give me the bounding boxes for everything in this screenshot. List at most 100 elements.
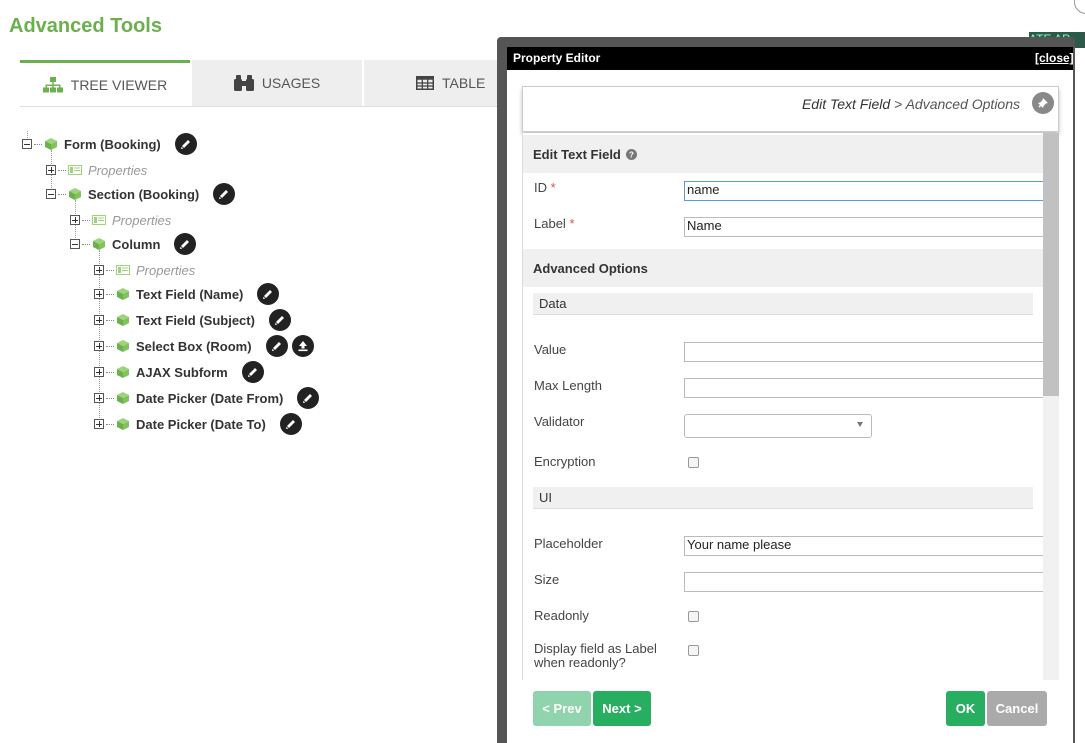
max-length-label: Max Length <box>534 378 602 393</box>
encryption-checkbox[interactable] <box>688 457 699 468</box>
pencil-icon[interactable] <box>174 233 197 255</box>
tree-node-column[interactable]: Column <box>70 233 197 255</box>
encryption-label: Encryption <box>534 454 596 469</box>
cube-icon <box>116 339 130 353</box>
pin-icon[interactable] <box>1032 92 1054 114</box>
property-editor-title: Property Editor <box>513 51 601 65</box>
tab-underline <box>20 106 500 107</box>
expand-icon[interactable] <box>94 367 104 377</box>
pencil-icon[interactable] <box>257 283 280 305</box>
size-label: Size <box>534 572 560 587</box>
display-as-label-label: Display field as Label when readonly? <box>534 642 657 670</box>
value-field[interactable] <box>684 342 1044 362</box>
ok-button[interactable]: OK <box>946 691 985 726</box>
pencil-icon[interactable] <box>265 335 288 357</box>
tree-node-select-box-room[interactable]: Select Box (Room) <box>94 335 314 357</box>
max-length-field[interactable] <box>684 378 1044 398</box>
tree-node-label: Properties <box>136 262 196 278</box>
display-as-label-line2: when readonly? <box>534 655 626 670</box>
group-title: UI <box>539 490 552 505</box>
properties-icon <box>68 163 82 177</box>
section-title: Edit Text Field <box>533 146 621 162</box>
upload-icon[interactable] <box>291 335 314 357</box>
next-button[interactable]: Next > <box>593 691 651 726</box>
tree-node-label: Section (Booking) <box>88 186 200 202</box>
tree-node-label: Column <box>112 236 161 252</box>
expand-icon[interactable] <box>94 419 104 429</box>
label-value: Name <box>687 218 722 233</box>
expand-icon[interactable] <box>94 265 104 275</box>
required-marker: * <box>569 216 575 231</box>
tree-node-date-picker-to[interactable]: Date Picker (Date To) <box>94 413 302 435</box>
expand-icon[interactable] <box>46 165 56 175</box>
size-field[interactable] <box>684 572 1044 592</box>
collapse-icon[interactable] <box>22 139 32 149</box>
cube-icon <box>116 313 130 327</box>
cube-icon <box>116 417 130 431</box>
tree-node-label: Form (Booking) <box>64 136 161 152</box>
tree-node-label: AJAX Subform <box>136 364 228 380</box>
tree-node-text-field-name[interactable]: Text Field (Name) <box>94 283 280 305</box>
tree-node-form[interactable]: Form (Booking) <box>22 133 197 155</box>
readonly-checkbox[interactable] <box>688 611 699 622</box>
tab-tree-viewer[interactable]: TREE VIEWER <box>20 60 190 106</box>
tree-node-properties[interactable]: Properties <box>46 160 147 180</box>
breadcrumb-separator: > <box>890 96 906 112</box>
tab-label: USAGES <box>261 75 321 91</box>
section-advanced-options: Advanced Options <box>523 249 1044 287</box>
placeholder-value: Your name please <box>687 537 792 552</box>
id-field[interactable]: name <box>684 181 1044 201</box>
readonly-label: Readonly <box>534 608 589 623</box>
tree-node-label: Date Picker (Date To) <box>136 416 266 432</box>
placeholder-label: Placeholder <box>534 536 603 551</box>
expand-icon[interactable] <box>94 341 104 351</box>
pencil-icon[interactable] <box>268 309 291 331</box>
scrollbar-thumb[interactable] <box>1043 133 1059 396</box>
pencil-icon[interactable] <box>297 387 320 409</box>
corner-circle-icon <box>1074 0 1085 14</box>
collapse-icon[interactable] <box>70 239 80 249</box>
pencil-icon[interactable] <box>174 133 197 155</box>
required-marker: * <box>550 180 556 195</box>
close-link[interactable]: [close] <box>1035 51 1074 65</box>
expand-icon[interactable] <box>70 215 80 225</box>
pencil-icon[interactable] <box>241 361 264 383</box>
tree-node-label: Date Picker (Date From) <box>136 390 284 406</box>
section-edit-text-field: Edit Text Field ? <box>523 135 1044 173</box>
cube-icon <box>116 287 130 301</box>
expand-icon[interactable] <box>94 315 104 325</box>
collapse-icon[interactable] <box>46 189 56 199</box>
expand-icon[interactable] <box>94 393 104 403</box>
prev-button[interactable]: < Prev <box>533 691 591 726</box>
tree-node-label: Properties <box>112 212 172 228</box>
validator-select[interactable] <box>684 414 872 438</box>
cube-icon <box>68 187 82 201</box>
breadcrumb-next[interactable]: Advanced Options <box>906 96 1020 112</box>
tree-node-text-field-subject[interactable]: Text Field (Subject) <box>94 309 291 331</box>
tree-node-date-picker-from[interactable]: Date Picker (Date From) <box>94 387 320 409</box>
cancel-button[interactable]: Cancel <box>987 691 1047 726</box>
expand-icon[interactable] <box>94 289 104 299</box>
tree-node-ajax-subform[interactable]: AJAX Subform <box>94 361 264 383</box>
cube-icon <box>92 237 106 251</box>
tree-node-properties[interactable]: Properties <box>70 210 171 230</box>
tab-label: TABLE <box>442 75 486 91</box>
pencil-icon[interactable] <box>213 183 236 205</box>
label-field[interactable]: Name <box>684 217 1044 237</box>
cube-icon <box>116 365 130 379</box>
tree-node-label: Properties <box>88 162 148 178</box>
sitemap-icon <box>42 76 63 93</box>
tree-node-properties[interactable]: Properties <box>94 260 195 280</box>
table-icon <box>416 76 434 90</box>
tab-table[interactable]: TABLE <box>364 60 500 106</box>
placeholder-field[interactable]: Your name please <box>684 536 1044 556</box>
tab-usages[interactable]: USAGES <box>192 60 362 106</box>
svg-text:?: ? <box>629 150 634 159</box>
binoculars-icon <box>233 75 254 91</box>
group-title: Data <box>539 296 567 311</box>
help-icon[interactable]: ? <box>625 148 637 160</box>
pencil-icon[interactable] <box>279 413 302 435</box>
tree-node-section[interactable]: Section (Booking) <box>46 183 236 205</box>
id-label: ID * <box>534 180 556 195</box>
display-as-label-checkbox[interactable] <box>688 645 699 656</box>
